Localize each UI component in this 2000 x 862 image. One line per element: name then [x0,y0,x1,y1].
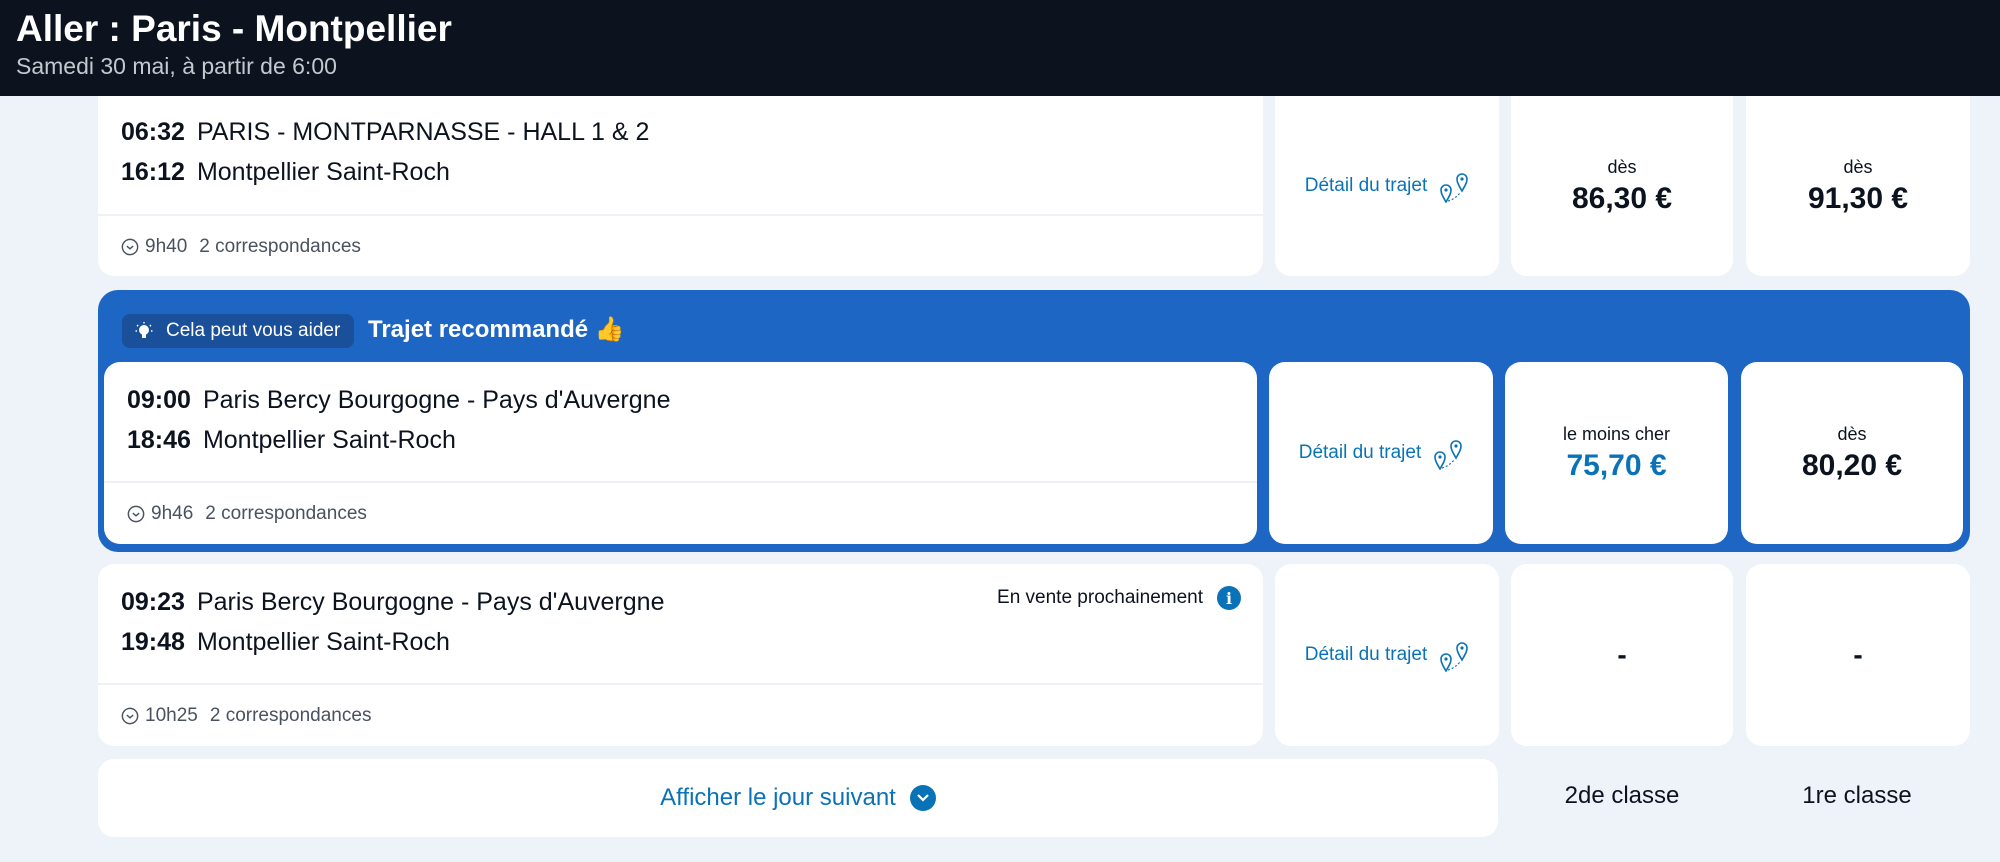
departure-line: 09:23 Paris Bercy Bourgogne - Pays d'Auve… [121,588,664,617]
journey-detail-button[interactable]: Détail du trajet [1269,362,1493,544]
journey-duration: 10h25 [145,705,198,726]
price-amount: 91,30 € [1807,181,1909,215]
journey-card[interactable]: 06:32 PARIS - MONTPARNASSE - HALL 1 & 2 1… [98,96,1263,276]
help-badge: Cela peut vous aider [122,314,355,348]
clock-icon [121,707,139,725]
departure-time: 09:00 [127,386,191,414]
price-2nd-class: - [1511,564,1733,746]
sale-note-label: En vente prochainement [997,587,1203,608]
departure-station: Paris Bercy Bourgogne - Pays d'Auvergne [196,588,665,616]
clock-icon [127,505,145,523]
departure-time: 09:23 [121,588,185,616]
next-day-label: Afficher le jour suivant [660,784,896,811]
divider [98,683,1263,685]
journey-detail-label: Détail du trajet [1304,644,1428,665]
price-label: dès [1607,156,1637,177]
lightbulb-icon [135,322,153,338]
sale-note: En vente prochainement i [997,586,1241,610]
chevron-down-icon [909,785,936,811]
arrival-time: 19:48 [121,628,185,656]
arrival-line: 19:48 Montpellier Saint-Roch [121,628,450,657]
departure-station: PARIS - MONTPARNASSE - HALL 1 & 2 [196,118,650,146]
arrival-station: Montpellier Saint-Roch [202,426,456,454]
price-2nd-class[interactable]: le moins cher 75,70 € [1505,362,1728,544]
departure-line: 06:32 PARIS - MONTPARNASSE - HALL 1 & 2 [121,118,649,147]
price-label: dès [1837,423,1867,444]
arrival-line: 16:12 Montpellier Saint-Roch [121,158,450,187]
price-unavailable: - [1853,639,1863,670]
price-amount: 75,70 € [1566,448,1667,482]
price-label: le moins cher [1562,423,1671,444]
journey-detail-label: Détail du trajet [1298,442,1422,463]
help-badge-label: Cela peut vous aider [166,320,341,341]
info-icon[interactable]: i [1217,586,1241,610]
journey-connections: 2 correspondances [199,236,361,257]
route-pin-icon [1440,642,1469,672]
departure-time: 06:32 [121,118,185,146]
price-label: dès [1843,156,1873,177]
price-amount: 86,30 € [1571,181,1673,215]
arrival-time: 18:46 [127,426,191,454]
arrival-time: 16:12 [121,158,185,186]
journey-duration: 9h46 [151,503,194,524]
journey-detail-button[interactable]: Détail du trajet [1275,96,1499,276]
price-1st-class[interactable]: dès 91,30 € [1746,96,1970,276]
divider [98,214,1263,216]
journey-meta: 10h25 2 correspondances [121,705,371,727]
journey-detail-label: Détail du trajet [1304,175,1428,196]
price-unavailable: - [1617,639,1627,670]
clock-icon [121,238,139,256]
column-label-2nd-class: 2de classe [1564,782,1680,809]
price-1st-class: - [1746,564,1970,746]
journey-duration: 9h40 [145,236,188,257]
journey-meta: 9h40 2 correspondances [121,236,361,258]
journey-connections: 2 correspondances [205,503,367,524]
price-1st-class[interactable]: dès 80,20 € [1741,362,1963,544]
price-amount: 80,20 € [1801,448,1903,482]
page-title: Aller : Paris - Montpellier [16,8,452,49]
journey-card[interactable]: 09:00 Paris Bercy Bourgogne - Pays d'Auve… [104,362,1257,544]
price-2nd-class[interactable]: dès 86,30 € [1511,96,1733,276]
arrival-station: Montpellier Saint-Roch [196,158,450,186]
next-day-button[interactable]: Afficher le jour suivant [98,759,1498,837]
recommended-title: Trajet recommandé 👍 [368,316,625,343]
page-header: Aller : Paris - Montpellier Samedi 30 ma… [0,0,2000,96]
journey-detail-button[interactable]: Détail du trajet [1275,564,1499,746]
arrival-station: Montpellier Saint-Roch [196,628,450,656]
departure-station: Paris Bercy Bourgogne - Pays d'Auvergne [202,386,671,414]
arrival-line: 18:46 Montpellier Saint-Roch [127,426,456,455]
journey-meta: 9h46 2 correspondances [127,503,367,525]
divider [104,481,1257,483]
departure-line: 09:00 Paris Bercy Bourgogne - Pays d'Auve… [127,386,670,415]
journey-connections: 2 correspondances [209,705,372,726]
column-label-1st-class: 1re classe [1802,782,1912,809]
journey-card[interactable]: 09:23 Paris Bercy Bourgogne - Pays d'Auve… [98,564,1263,746]
route-pin-icon [1434,440,1463,470]
route-pin-icon [1440,173,1469,203]
page-subtitle: Samedi 30 mai, à partir de 6:00 [16,53,337,79]
